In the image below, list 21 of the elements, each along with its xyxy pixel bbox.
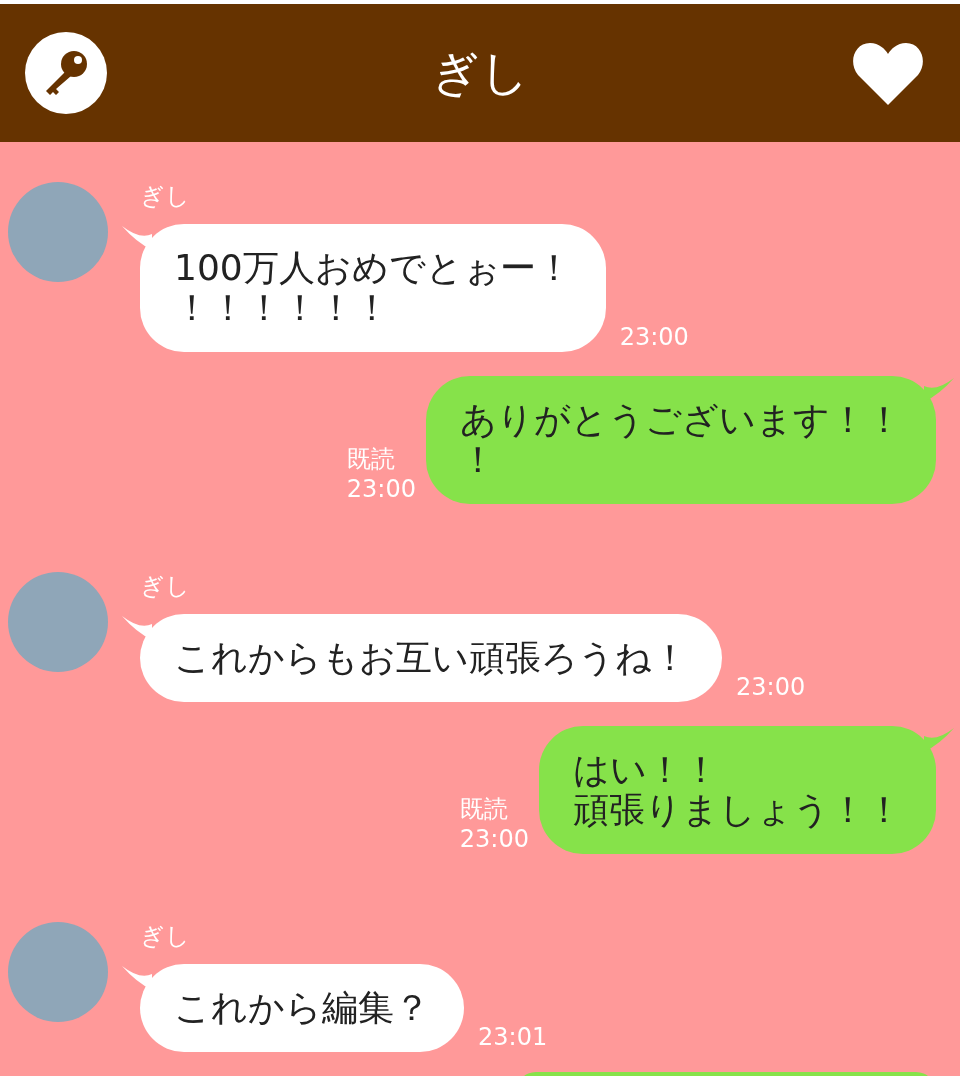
message-text: これからもお互い頑張ろうね！ bbox=[174, 638, 688, 678]
message-time: 23:00 bbox=[346, 474, 416, 504]
chat-title: ぎし bbox=[431, 43, 529, 102]
message-text: これから編集？ bbox=[174, 988, 430, 1028]
sender-name: ぎし bbox=[140, 181, 191, 212]
message-time: 23:01 bbox=[478, 1022, 548, 1052]
sender-name: ぎし bbox=[140, 571, 191, 602]
message-text: 頑張りましょう！！ bbox=[573, 790, 902, 830]
read-receipt: 既読 bbox=[459, 794, 508, 824]
message-text: はい！！ bbox=[573, 750, 720, 790]
message-time: 23:00 bbox=[736, 672, 806, 702]
message-text: ！！！！！！ bbox=[174, 288, 391, 328]
heart-icon[interactable] bbox=[852, 41, 924, 105]
read-receipt: 既読 bbox=[346, 444, 395, 474]
message-text: ！ bbox=[460, 440, 497, 480]
message-time: 23:00 bbox=[459, 824, 529, 854]
message-time: 23:00 bbox=[619, 322, 689, 352]
message-text: 100万人おめでとぉー！ bbox=[174, 248, 572, 288]
key-icon[interactable] bbox=[24, 31, 108, 115]
sender-name: ぎし bbox=[140, 921, 191, 952]
message-text: ありがとうございます！！ bbox=[460, 400, 902, 440]
